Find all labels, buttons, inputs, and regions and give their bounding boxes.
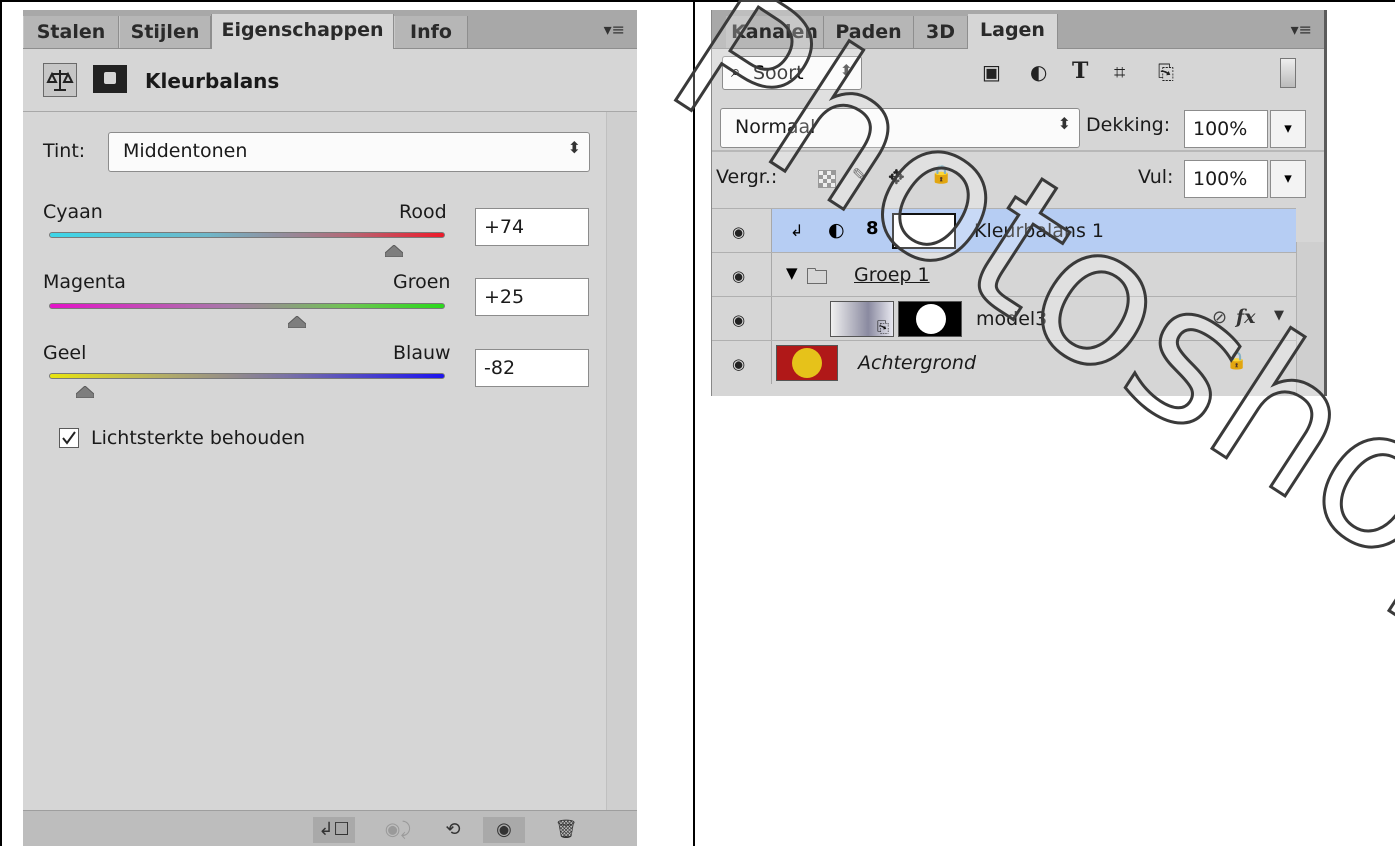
svg-text:Photoshop ©: Photoshop © bbox=[635, 0, 1395, 808]
watermark: Photoshop © bbox=[634, 0, 1395, 809]
